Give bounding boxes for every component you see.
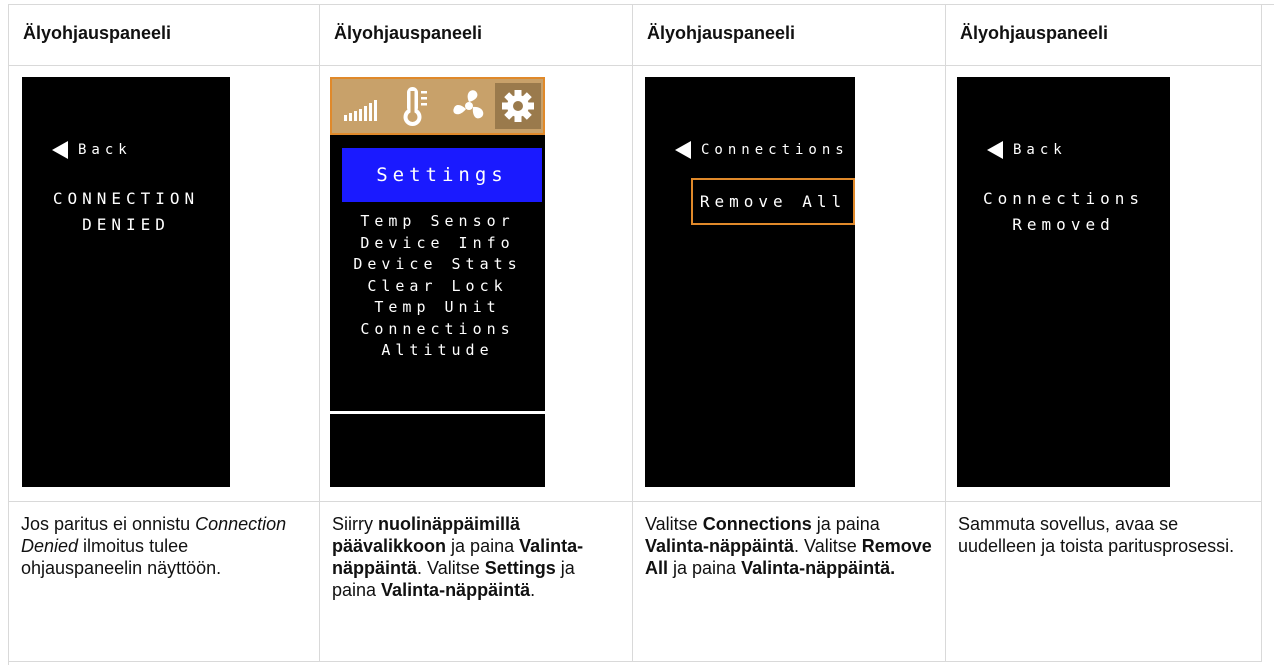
remove-all-button[interactable]: Remove All	[691, 178, 855, 225]
menu-item-connections[interactable]: Connections	[330, 319, 545, 341]
back-row[interactable]: Connections	[675, 141, 849, 159]
settings-menu-screen: Settings Temp Sensor Device Info Device …	[330, 77, 545, 487]
icon-bar	[330, 77, 545, 135]
column-header-4: Älyohjauspaneeli	[946, 5, 1262, 66]
column-header-1: Älyohjauspaneeli	[9, 5, 320, 66]
connection-denied-screen: Back CONNECTION DENIED	[22, 77, 230, 487]
screen-cell-1: Back CONNECTION DENIED	[9, 66, 320, 502]
signal-icon[interactable]	[338, 83, 384, 129]
settings-menu: Temp Sensor Device Info Device Stats Cle…	[330, 211, 545, 362]
text-bold: Valinta-näppäintä.	[741, 558, 896, 578]
back-arrow-icon	[52, 141, 68, 159]
back-row[interactable]: Back	[52, 141, 132, 159]
menu-item-device-info[interactable]: Device Info	[330, 233, 545, 255]
thermometer-icon[interactable]	[390, 83, 436, 129]
instruction-text-1: Jos paritus ei onnistu Connection Denied…	[9, 502, 320, 662]
text-plain: ja paina	[446, 536, 520, 556]
message-line-2: Removed	[1012, 215, 1115, 234]
gear-icon[interactable]	[495, 83, 541, 129]
instruction-text-3: Valitse Connections ja paina Valinta-näp…	[633, 502, 946, 662]
text-bold: Valinta-näppäintä	[645, 536, 795, 556]
settings-title: Settings	[342, 148, 542, 202]
text-plain: Valitse	[645, 514, 703, 534]
back-arrow-icon	[987, 141, 1003, 159]
divider-line	[330, 411, 545, 414]
screen-cell-3: Connections Remove All	[633, 66, 946, 502]
instruction-table: Älyohjauspaneeli Älyohjauspaneeli Älyohj…	[8, 4, 1274, 665]
column-header-3: Älyohjauspaneeli	[633, 5, 946, 66]
message-line-2: DENIED	[82, 215, 170, 234]
connections-screen: Connections Remove All	[645, 77, 855, 487]
fan-icon[interactable]	[446, 83, 492, 129]
screen-cell-2: Settings Temp Sensor Device Info Device …	[320, 66, 633, 502]
connections-removed-screen: Back Connections Removed	[957, 77, 1170, 487]
menu-item-device-stats[interactable]: Device Stats	[330, 254, 545, 276]
menu-item-temp-unit[interactable]: Temp Unit	[330, 297, 545, 319]
back-label: Back	[78, 142, 132, 158]
instruction-text-4: Sammuta sovellus, avaa se uudelleen ja t…	[946, 502, 1262, 662]
back-label: Back	[1013, 142, 1067, 158]
text-bold: Settings	[484, 558, 556, 578]
back-row[interactable]: Back	[987, 141, 1067, 159]
column-header-2: Älyohjauspaneeli	[320, 5, 633, 66]
instruction-text-2: Siirry nuolinäppäimillä päävalikkoon ja …	[320, 502, 633, 662]
text-plain: Sammuta sovellus, avaa se uudelleen ja t…	[958, 514, 1235, 556]
text-bold: Valinta-näppäintä	[381, 580, 531, 600]
text-plain: .	[530, 580, 536, 600]
text-plain: . Valitse	[794, 536, 862, 556]
text-plain: Jos paritus ei onnistu	[21, 514, 196, 534]
text-plain: Siirry	[332, 514, 378, 534]
text-plain: ja paina	[811, 514, 880, 534]
menu-item-temp-sensor[interactable]: Temp Sensor	[330, 211, 545, 233]
back-label: Connections	[701, 142, 849, 158]
text-bold: Connections	[702, 514, 812, 534]
message-line-1: Connections	[983, 189, 1144, 208]
text-plain: . Valitse	[417, 558, 485, 578]
text-plain: ja paina	[668, 558, 742, 578]
menu-item-clear-lock[interactable]: Clear Lock	[330, 276, 545, 298]
back-arrow-icon	[675, 141, 691, 159]
message-line-1: CONNECTION	[52, 189, 200, 208]
menu-item-altitude[interactable]: Altitude	[330, 340, 545, 362]
screen-cell-4: Back Connections Removed	[946, 66, 1262, 502]
